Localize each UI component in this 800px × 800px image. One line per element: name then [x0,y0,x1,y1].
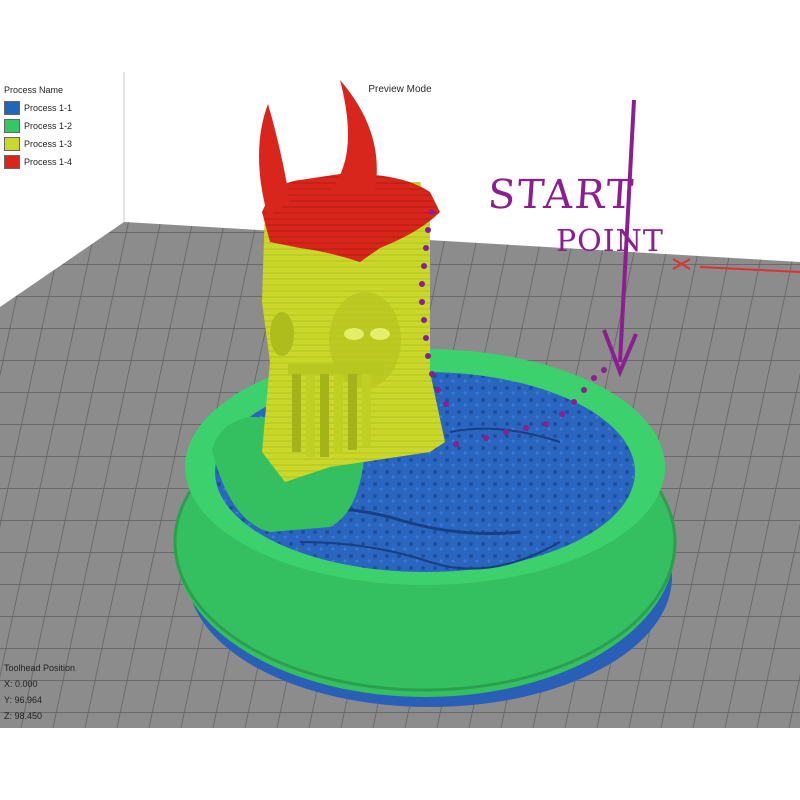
legend-item-label: Process 1-1 [24,103,73,113]
legend-item-label: Process 1-4 [24,157,73,167]
legend-title: Process Name [4,85,64,95]
toolhead-x: X: 0.000 [4,679,38,689]
toolhead-position-panel: Toolhead Position X: 0.000 Y: 96.964 Z: … [4,660,75,724]
color-swatch [4,155,20,169]
legend-item-label: Process 1-2 [24,121,73,131]
toolhead-y: Y: 96.964 [4,695,43,705]
toolhead-z: Z: 98.450 [4,711,43,721]
color-swatch [4,119,20,133]
legend-item[interactable]: Process 1-1 [4,99,72,117]
color-swatch [4,101,20,115]
annotation-start-text: START [486,172,637,218]
legend-item-label: Process 1-3 [24,139,73,149]
preview-mode-label: Preview Mode [368,84,432,95]
preview-viewport[interactable]: Preview Mode Process Name Process 1-1 Pr… [0,72,800,728]
3d-preview-scene[interactable] [0,72,800,728]
legend-item[interactable]: Process 1-3 [4,135,72,153]
color-swatch [4,137,20,151]
toolhead-title: Toolhead Position [4,663,76,673]
legend-item[interactable]: Process 1-2 [4,117,72,135]
legend-item[interactable]: Process 1-4 [4,153,72,171]
annotation-point-text: POINT [556,224,664,259]
process-legend: Process Name Process 1-1 Process 1-2 Pro… [4,84,72,171]
